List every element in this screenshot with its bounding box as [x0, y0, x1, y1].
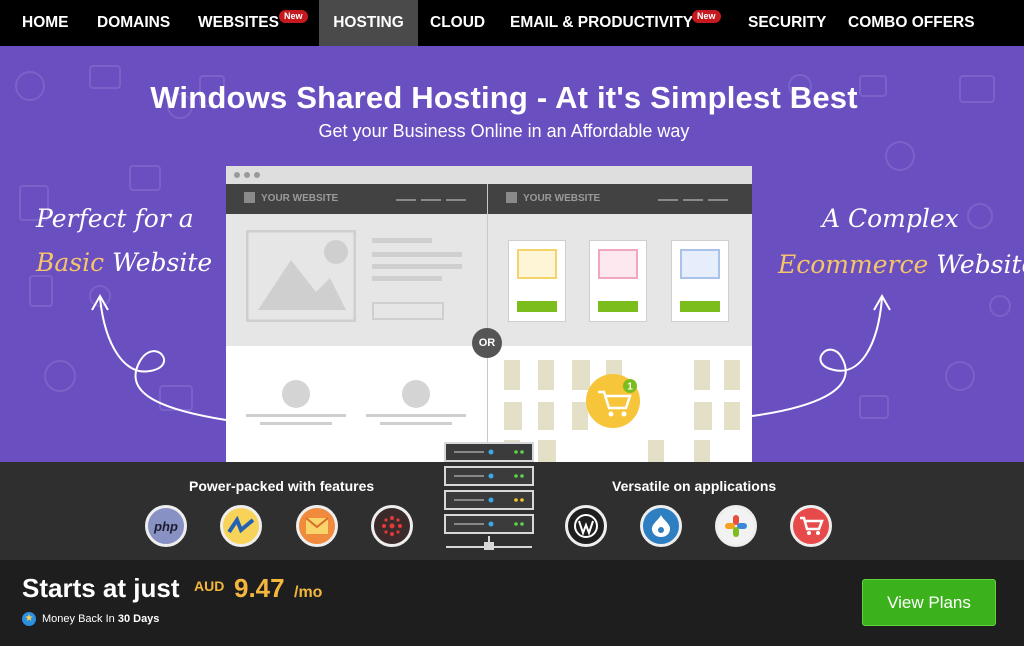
browser-bar: [226, 166, 752, 184]
nav-email-productivity[interactable]: EMAIL & PRODUCTIVITY: [510, 0, 693, 46]
main-nav: HOME DOMAINS WEBSITES New HOSTING CLOUD …: [0, 0, 1024, 46]
php-icon-label: php: [154, 518, 178, 534]
nav-security[interactable]: SECURITY: [748, 0, 826, 46]
ecommerce-site-label: YOUR WEBSITE: [523, 193, 601, 204]
joomla-icon: [715, 505, 757, 547]
cart-badge-icon: 1: [586, 374, 640, 428]
nav-domains[interactable]: DOMAINS: [97, 0, 170, 46]
browser-dot-icon: [234, 172, 240, 178]
left-tagline-line1: Perfect for a: [36, 204, 194, 233]
applications-title: Versatile on applications: [612, 478, 777, 494]
dotnet-icon: [220, 505, 262, 547]
left-tagline-accent: Basic: [36, 248, 105, 277]
ruby-icon: [371, 505, 413, 547]
hero-title: Windows Shared Hosting - At it's Simples…: [150, 80, 858, 115]
right-tagline: A Complex: [822, 204, 959, 234]
currency-label: AUD: [194, 578, 225, 594]
money-back-prefix: Money Back In: [42, 612, 115, 625]
email-icon: [296, 505, 338, 547]
product-card: [671, 240, 729, 322]
pricing-bar: Starts at just AUD 9.47 /mo ★ Money Back …: [0, 560, 1024, 646]
price-value: 9.47: [234, 573, 285, 603]
browser-dot-icon: [244, 172, 250, 178]
nav-combo-offers[interactable]: COMBO OFFERS: [848, 0, 975, 46]
or-badge: OR: [472, 328, 502, 358]
left-tagline-word: Website: [112, 248, 213, 277]
features-title: Power-packed with features: [189, 478, 375, 494]
right-tagline-accent: Ecommerce: [778, 250, 929, 279]
server-rack-icon: [444, 442, 534, 554]
drupal-icon: [640, 505, 682, 547]
left-tagline: Perfect for a Basic Website: [36, 204, 212, 278]
website-mockup: YOUR WEBSITE YOUR WEBSITE: [226, 166, 752, 462]
right-arrow-icon: [751, 293, 891, 417]
wordpress-icon: [565, 505, 607, 547]
money-back-note: ★ Money Back In 30 Days: [22, 612, 159, 626]
product-card: [589, 240, 647, 322]
image-placeholder-icon: [246, 230, 356, 322]
placeholder-button: [372, 302, 444, 320]
php-icon: php: [145, 505, 187, 547]
browser-dot-icon: [254, 172, 260, 178]
nav-home[interactable]: HOME: [22, 0, 69, 46]
right-tagline-word: Website: [936, 250, 1024, 279]
hero-banner: Windows Shared Hosting - At it's Simples…: [0, 46, 1024, 462]
left-arrow-icon: [91, 293, 227, 421]
price-period: /mo: [294, 584, 323, 601]
view-plans-button[interactable]: View Plans: [862, 579, 996, 626]
nav-hosting[interactable]: HOSTING: [319, 0, 418, 46]
new-badge: New: [279, 10, 308, 23]
shopping-cart-icon: [790, 505, 832, 547]
product-card: [508, 240, 566, 322]
new-badge: New: [692, 10, 721, 23]
starts-at-label: Starts at just: [22, 573, 180, 603]
cart-count: 1: [627, 382, 633, 393]
nav-cloud[interactable]: CLOUD: [430, 0, 485, 46]
right-tagline-2: Ecommerce Website: [778, 250, 1024, 280]
star-badge-icon: ★: [22, 612, 36, 626]
basic-site-label: YOUR WEBSITE: [261, 193, 339, 204]
hero-subtitle: Get your Business Online in an Affordabl…: [318, 121, 690, 141]
right-tagline-line1: A Complex: [822, 204, 959, 233]
money-back-days: 30 Days: [117, 612, 160, 625]
nav-websites[interactable]: WEBSITES: [198, 0, 279, 46]
